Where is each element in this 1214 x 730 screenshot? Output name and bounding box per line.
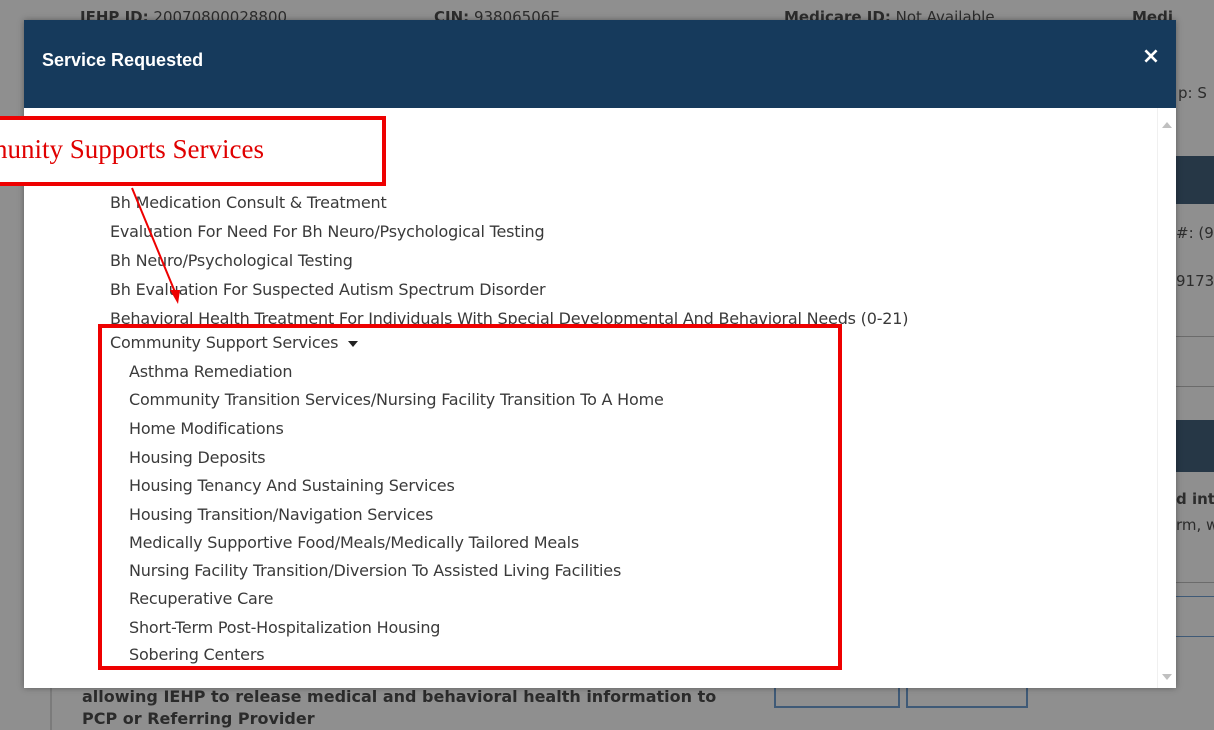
background-section-band [1172,156,1214,204]
close-icon[interactable]: × [1140,46,1162,68]
modal-scrollbar[interactable] [1157,108,1176,688]
background-divider [1172,386,1214,387]
modal-title: Service Requested [42,50,204,70]
group-service-item[interactable]: Housing Transition/Navigation Services [129,505,433,524]
service-item[interactable]: Bh Medication Consult & Treatment [110,193,387,212]
service-item[interactable]: Bh Evaluation For Suspected Autism Spect… [110,280,546,299]
background-divider [1172,336,1214,337]
service-item[interactable]: Behavioral Health Treatment For Individu… [110,309,908,328]
group-service-item[interactable]: Home Modifications [129,419,284,438]
group-label: Community Support Services [110,333,339,352]
caret-down-icon [348,340,359,347]
background-divider [1172,636,1214,637]
background-fragment: d int [1176,490,1214,508]
background-consent-text: allowing IEHP to release medical and beh… [82,687,717,728]
modal-header: Service Requested × [24,20,1176,108]
background-fragment: rm, w [1176,516,1214,534]
background-section-band [1172,420,1214,472]
annotation-callout: nunity Supports Services [0,116,386,186]
group-service-item[interactable]: Nursing Facility Transition/Diversion To… [129,561,621,580]
background-right-column [1172,0,1214,730]
scroll-down-arrow-icon[interactable] [1162,674,1172,680]
background-fragment: #: (90 [1176,224,1214,242]
group-service-item[interactable]: Asthma Remediation [129,362,293,381]
background-divider [1172,596,1214,597]
group-service-item[interactable]: Sobering Centers [129,645,265,664]
background-button [906,686,1028,708]
scroll-up-arrow-icon[interactable] [1162,122,1172,128]
background-divider [1172,582,1214,583]
background-fragment: 9173 [1176,272,1214,290]
service-item[interactable]: Evaluation For Need For Bh Neuro/Psychol… [110,222,545,241]
group-service-item[interactable]: Community Transition Services/Nursing Fa… [129,390,664,409]
group-service-item[interactable]: Housing Tenancy And Sustaining Services [129,476,455,495]
background-fragment: p: S [1178,84,1207,102]
group-service-item[interactable]: Short-Term Post-Hospitalization Housing [129,618,440,637]
annotation-text: nunity Supports Services [0,134,264,164]
service-item[interactable]: Bh Neuro/Psychological Testing [110,251,353,270]
group-service-item[interactable]: Medically Supportive Food/Meals/Medicall… [129,533,579,552]
community-support-services-group[interactable]: Community Support Services [110,333,359,352]
background-button [774,686,900,708]
group-service-item[interactable]: Housing Deposits [129,448,266,467]
group-service-item[interactable]: Recuperative Care [129,589,274,608]
